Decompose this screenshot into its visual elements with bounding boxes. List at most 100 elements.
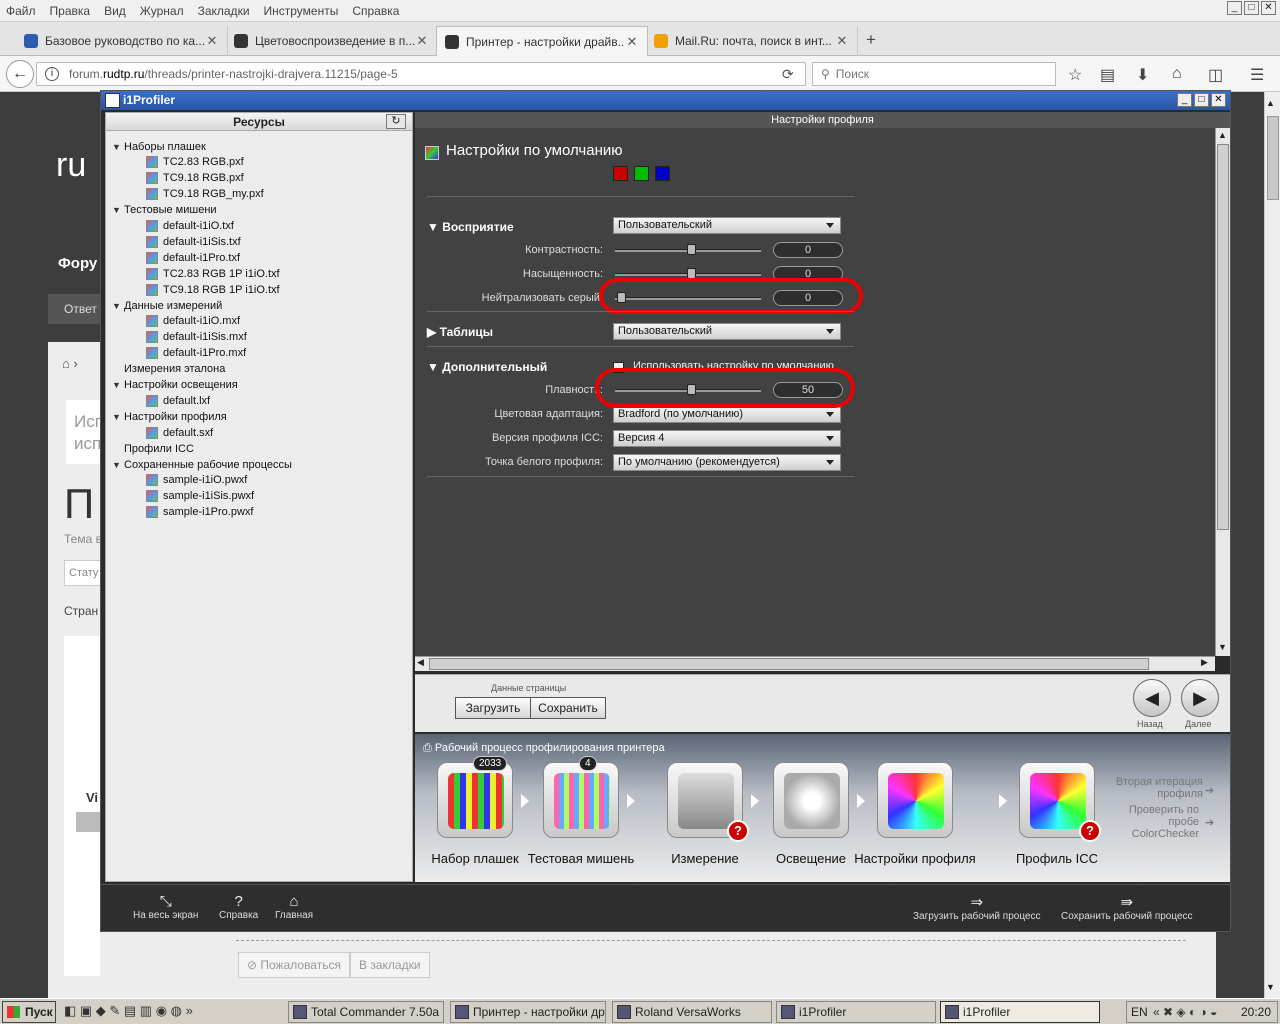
taskbar-item[interactable]: i1Profiler bbox=[776, 1001, 936, 1023]
tree-file-item[interactable]: TC9.18 RGB.pxf bbox=[146, 171, 244, 186]
tree-file-item[interactable]: default.sxf bbox=[146, 425, 213, 440]
tab-close-icon[interactable]: ✕ bbox=[415, 33, 429, 49]
second-iteration-arrow-icon[interactable]: ➔ bbox=[1205, 784, 1214, 797]
tree-file-item[interactable]: TC2.83 RGB.pxf bbox=[146, 155, 244, 170]
tree-file-item[interactable]: default-i1iO.mxf bbox=[146, 314, 240, 329]
workflow-step-label[interactable]: Тестовая мишень bbox=[516, 851, 646, 866]
new-tab-button[interactable]: + bbox=[866, 30, 876, 50]
bookmark-star-icon[interactable]: ☆ bbox=[1068, 65, 1082, 85]
close-button[interactable]: ✕ bbox=[1261, 1, 1276, 15]
downloads-icon[interactable]: ⬇ bbox=[1136, 65, 1149, 85]
tree-folder-item[interactable]: ▼ Сохраненные рабочие процессы bbox=[112, 457, 292, 472]
home-button[interactable]: ⌂ Главная bbox=[275, 893, 313, 921]
tree-expand-icon[interactable]: ▼ bbox=[112, 205, 124, 215]
menu-item-3[interactable]: Журнал bbox=[140, 4, 184, 18]
tree-file-item[interactable]: sample-i1iO.pwxf bbox=[146, 473, 247, 488]
start-button[interactable]: Пуск bbox=[2, 1001, 56, 1023]
perception-section[interactable]: ▼ Восприятие bbox=[427, 220, 514, 234]
tab-close-icon[interactable]: ✕ bbox=[205, 33, 219, 49]
tree-expand-icon[interactable]: ▼ bbox=[112, 142, 124, 152]
menu-item-0[interactable]: Файл bbox=[6, 4, 36, 18]
tree-folder-item[interactable]: Профили ICC bbox=[112, 441, 194, 456]
white-point-dropdown[interactable]: По умолчанию (рекомендуется) bbox=[613, 454, 841, 471]
minimize-button[interactable]: _ bbox=[1227, 1, 1242, 15]
tree-folder-item[interactable]: ▼ Данные измерений bbox=[112, 298, 222, 313]
tree-file-item[interactable]: default-i1iSis.mxf bbox=[146, 330, 247, 345]
tree-expand-icon[interactable]: ▼ bbox=[112, 460, 124, 470]
bookmark-button[interactable]: В закладки bbox=[350, 952, 430, 978]
forum-nav[interactable]: Фору bbox=[58, 255, 97, 272]
tree-expand-icon[interactable]: ▼ bbox=[112, 301, 124, 311]
tree-file-item[interactable]: default.lxf bbox=[146, 393, 210, 408]
tree-folder-item[interactable]: ▼ Настройки освещения bbox=[112, 378, 238, 393]
quicklaunch-icons[interactable]: ◧ ▣ ◆ ✎ ▤ ▥ ◉ ◍ » bbox=[64, 1003, 193, 1019]
tables-dropdown[interactable]: Пользовательский bbox=[613, 323, 841, 340]
tree-file-item[interactable]: default-i1iO.txf bbox=[146, 219, 234, 234]
tree-file-item[interactable]: default-i1Pro.mxf bbox=[146, 346, 246, 361]
tree-expand-icon[interactable]: ▼ bbox=[112, 380, 124, 390]
chromatic-adaptation-dropdown[interactable]: Bradford (по умолчанию) bbox=[613, 406, 841, 423]
tree-file-item[interactable]: TC2.83 RGB 1P i1iO.txf bbox=[146, 266, 280, 281]
app-close-button[interactable]: ✕ bbox=[1211, 93, 1226, 107]
load-button[interactable]: Загрузить bbox=[455, 697, 531, 719]
reload-icon[interactable]: ⟳ bbox=[782, 66, 794, 83]
workflow-step-4-icon[interactable] bbox=[877, 762, 953, 838]
save-button[interactable]: Сохранить bbox=[530, 697, 606, 719]
workflow-step-label[interactable]: Настройки профиля bbox=[850, 851, 980, 866]
tab-2[interactable]: Принтер - настройки драйв... ✕ bbox=[436, 26, 648, 56]
tab-close-icon[interactable]: ✕ bbox=[835, 33, 849, 49]
menu-item-5[interactable]: Инструменты bbox=[264, 4, 339, 18]
post-author[interactable]: Vi bbox=[86, 790, 98, 805]
tree-file-item[interactable]: sample-i1iSis.pwxf bbox=[146, 489, 254, 504]
tray-icons[interactable]: « ✖ ◈ ◐ ◑ ◒ bbox=[1153, 1002, 1217, 1022]
tab-0[interactable]: Базовое руководство по ка... ✕ bbox=[16, 26, 228, 56]
perception-dropdown[interactable]: Пользовательский bbox=[613, 217, 841, 234]
pocket-icon[interactable]: ◫ bbox=[1208, 65, 1223, 85]
maximize-button[interactable]: □ bbox=[1244, 1, 1259, 15]
taskbar-item[interactable]: i1Profiler bbox=[940, 1001, 1100, 1023]
url-bar[interactable]: i forum.rudtp.ru/threads/printer-nastroj… bbox=[36, 62, 806, 86]
taskbar-item[interactable]: Total Commander 7.50a ... bbox=[288, 1001, 444, 1023]
home-breadcrumb-icon[interactable]: ⌂ › bbox=[62, 356, 78, 371]
settings-hscrollbar[interactable]: ◀ ▶ bbox=[415, 656, 1215, 671]
menu-item-1[interactable]: Правка bbox=[50, 4, 91, 18]
tree-folder-item[interactable]: Измерения эталона bbox=[112, 362, 225, 377]
back-arrow-button[interactable]: ◀ bbox=[1133, 679, 1171, 717]
contrast-value[interactable]: 0 bbox=[773, 242, 843, 258]
refresh-icon[interactable]: ↻ bbox=[386, 114, 406, 129]
second-iteration-link[interactable]: Вторая итерация профиля bbox=[1103, 776, 1203, 800]
status-field[interactable]: Стату bbox=[64, 560, 104, 586]
tab-1[interactable]: Цветовоспроизведение в п... ✕ bbox=[226, 26, 438, 56]
reading-list-icon[interactable]: ▤ bbox=[1100, 65, 1115, 85]
tree-expand-icon[interactable]: ▼ bbox=[112, 412, 124, 422]
icc-version-dropdown[interactable]: Версия 4 bbox=[613, 430, 841, 447]
tab-3[interactable]: Mail.Ru: почта, поиск в инт... ✕ bbox=[646, 26, 858, 56]
tree-file-item[interactable]: default-i1Pro.txf bbox=[146, 250, 240, 265]
search-input[interactable]: ⚲ Поиск bbox=[812, 62, 1056, 86]
menu-icon[interactable]: ☰ bbox=[1250, 65, 1264, 85]
menu-item-2[interactable]: Вид bbox=[104, 4, 126, 18]
language-indicator[interactable]: EN bbox=[1131, 1002, 1148, 1022]
fullscreen-button[interactable]: ⤡ На весь экран bbox=[133, 893, 198, 921]
reply-tab[interactable]: Ответ bbox=[48, 294, 102, 324]
back-button[interactable]: ← bbox=[6, 60, 34, 88]
app-minimize-button[interactable]: _ bbox=[1177, 93, 1192, 107]
help-button[interactable]: ? Справка bbox=[219, 893, 258, 921]
info-icon[interactable]: i bbox=[45, 67, 59, 81]
tree-folder-item[interactable]: ▼ Тестовые мишени bbox=[112, 203, 217, 218]
menu-item-4[interactable]: Закладки bbox=[198, 4, 250, 18]
tree-folder-item[interactable]: ▼ Наборы плашек bbox=[112, 139, 206, 154]
workflow-step-3-icon[interactable] bbox=[773, 762, 849, 838]
app-maximize-button[interactable]: □ bbox=[1194, 93, 1209, 107]
advanced-section[interactable]: ▼ Дополнительный bbox=[427, 360, 547, 374]
tree-folder-item[interactable]: ▼ Настройки профиля bbox=[112, 409, 227, 424]
menu-item-6[interactable]: Справка bbox=[352, 4, 399, 18]
contrast-slider-thumb[interactable] bbox=[687, 244, 696, 255]
tree-file-item[interactable]: TC9.18 RGB 1P i1iO.txf bbox=[146, 282, 280, 297]
tables-section[interactable]: ▶ Таблицы bbox=[427, 325, 493, 339]
check-colorchecker-link[interactable]: Проверить по пробе ColorChecker bbox=[1103, 804, 1199, 840]
settings-vscrollbar[interactable]: ▲ ▼ bbox=[1215, 128, 1230, 656]
check-colorchecker-arrow-icon[interactable]: ➔ bbox=[1205, 816, 1214, 829]
load-workflow-button[interactable]: ⇒ Загрузить рабочий процесс bbox=[913, 893, 1041, 922]
tree-file-item[interactable]: default-i1iSis.txf bbox=[146, 234, 241, 249]
